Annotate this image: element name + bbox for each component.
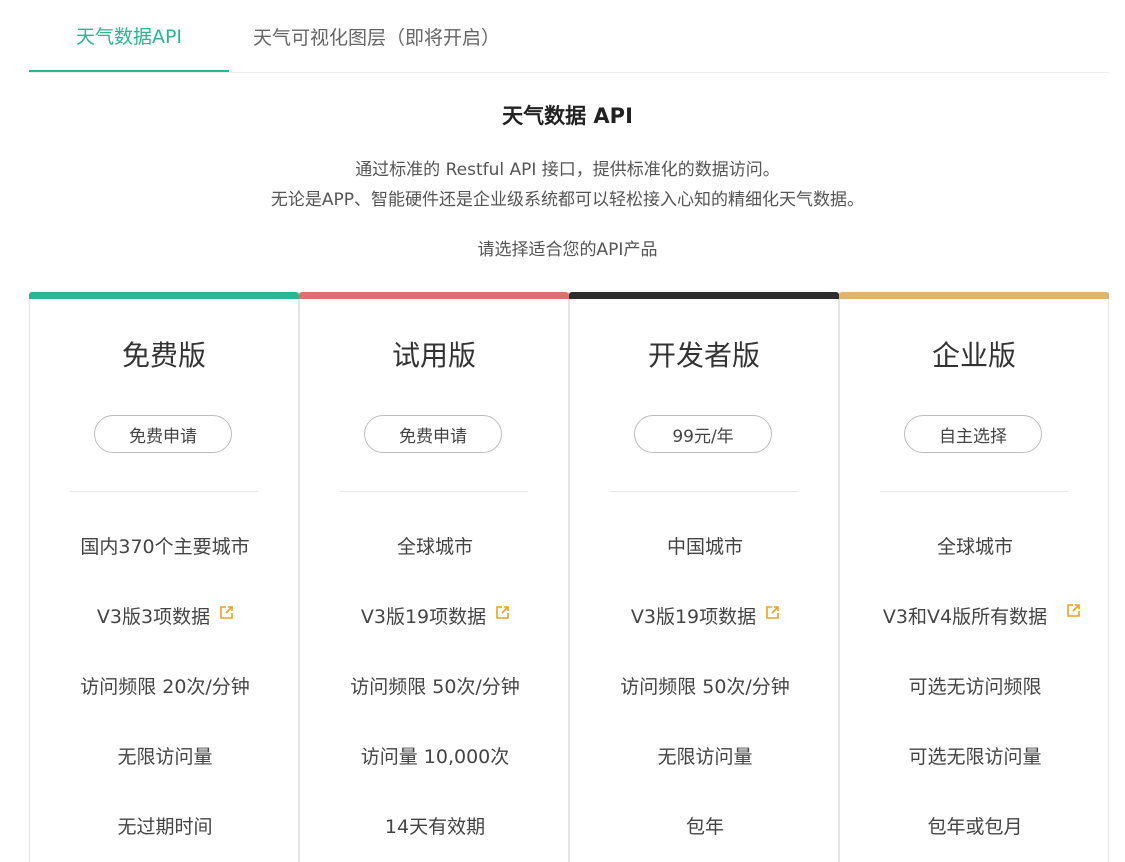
feature-data-items: V3版3项数据 (40, 602, 290, 632)
plan-accent-bar (839, 292, 1109, 299)
feature-access-quota: 无限访问量 (657, 746, 753, 768)
tab-weather-visualization-layer[interactable]: 天气可视化图层（即将开启） (229, 0, 524, 72)
feature-access-quota: 无限访问量 (117, 746, 213, 768)
feature-rate-limit: 访问频限 50次/分钟 (350, 676, 520, 698)
tab-bar: 天气数据API 天气可视化图层（即将开启） (29, 0, 1109, 73)
plan-action-button[interactable]: 自主选择 (904, 415, 1042, 453)
feature-validity: 包年或包月 (927, 816, 1023, 838)
plan-name: 试用版 (391, 339, 476, 372)
data-items-link[interactable]: V3版19项数据 (631, 606, 756, 628)
feature-validity: 包年 (685, 816, 724, 838)
plan-card-trial: 试用版 免费申请 全球城市 V3版19项数据 访问频限 50次/分钟 访问量 1… (299, 292, 569, 862)
feature-access-quota: 访问量 10,000次 (360, 746, 510, 768)
feature-access-quota: 可选无限访问量 (908, 746, 1042, 768)
plan-accent-bar (299, 292, 569, 299)
external-link-icon[interactable] (766, 606, 779, 619)
feature-data-items: V3和V4版所有数据 (880, 602, 1080, 632)
plan-accent-bar (29, 292, 299, 299)
plan-action-button[interactable]: 免费申请 (94, 415, 232, 453)
divider (610, 491, 798, 492)
external-link-icon[interactable] (1067, 604, 1080, 617)
plan-card-developer: 开发者版 99元/年 中国城市 V3版19项数据 访问频限 50次/分钟 无限访… (569, 292, 839, 862)
feature-city-coverage: 全球城市 (396, 536, 473, 558)
divider (70, 491, 258, 492)
plan-action-button[interactable]: 免费申请 (364, 415, 502, 453)
feature-rate-limit: 访问频限 20次/分钟 (80, 676, 250, 698)
plan-accent-bar (569, 292, 839, 299)
feature-city-coverage: 中国城市 (666, 536, 743, 558)
feature-validity: 无过期时间 (117, 816, 213, 838)
intro-description-line-1: 通过标准的 Restful API 接口，提供标准化的数据访问。 (355, 160, 780, 180)
plan-card-enterprise: 企业版 自主选择 全球城市 V3和V4版所有数据 可选无访问频限 可选无限访问量… (839, 292, 1109, 862)
intro-prompt: 请选择适合您的API产品 (477, 240, 658, 260)
feature-validity: 14天有效期 (384, 816, 486, 838)
feature-rate-limit: 可选无访问频限 (908, 676, 1042, 698)
plan-name: 免费版 (121, 339, 206, 372)
data-items-link[interactable]: V3版3项数据 (97, 606, 210, 628)
tab-weather-data-api[interactable]: 天气数据API (29, 0, 229, 72)
feature-data-items: V3版19项数据 (310, 602, 560, 632)
page-title: 天气数据 API (502, 104, 633, 128)
plan-name: 企业版 (931, 339, 1016, 372)
divider (880, 491, 1068, 492)
intro-description-line-2: 无论是APP、智能硬件还是企业级系统都可以轻松接入心知的精细化天气数据。 (270, 190, 865, 210)
external-link-icon[interactable] (496, 606, 509, 619)
external-link-icon[interactable] (220, 606, 233, 619)
feature-data-items: V3版19项数据 (580, 602, 830, 632)
divider (340, 491, 528, 492)
plan-action-button[interactable]: 99元/年 (634, 415, 772, 453)
data-items-link[interactable]: V3版19项数据 (361, 606, 486, 628)
plan-card-free: 免费版 免费申请 国内370个主要城市 V3版3项数据 访问频限 20次/分钟 … (29, 292, 299, 862)
feature-city-coverage: 全球城市 (936, 536, 1013, 558)
feature-city-coverage: 国内370个主要城市 (80, 536, 250, 558)
feature-rate-limit: 访问频限 50次/分钟 (620, 676, 790, 698)
plan-cards: 免费版 免费申请 国内370个主要城市 V3版3项数据 访问频限 20次/分钟 … (29, 292, 1109, 862)
data-items-link[interactable]: V3和V4版所有数据 (883, 606, 1047, 628)
plan-name: 开发者版 (647, 339, 760, 372)
